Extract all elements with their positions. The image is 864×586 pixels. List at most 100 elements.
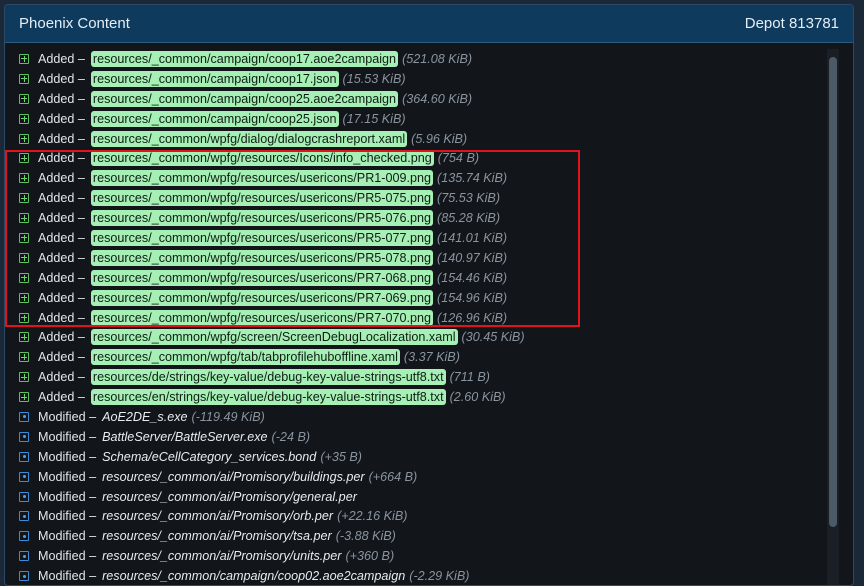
added-file-row: Added – resources/_common/wpfg/resources/… (19, 168, 833, 188)
plus-square-icon (19, 372, 29, 383)
plus-square-icon (19, 252, 29, 263)
change-type-label: Modified – (38, 429, 97, 444)
change-type-label: Added – (38, 290, 85, 305)
file-path: Schema/eCellCategory_services.bond (102, 449, 317, 464)
modified-file-row: Modified – resources/_common/ai/Promisory… (19, 546, 833, 566)
file-size-delta: (30.45 KiB) (461, 330, 525, 345)
panel-title: Phoenix Content (19, 15, 130, 32)
added-file-row: Added – resources/_common/wpfg/resources/… (19, 308, 833, 328)
change-type-label: Modified – (38, 449, 97, 464)
file-size-delta: (154.96 KiB) (437, 290, 508, 305)
added-file-row: Added – resources/_common/wpfg/dialog/dia… (19, 129, 833, 149)
file-size-delta: (-119.49 KiB) (191, 409, 265, 424)
file-path: resources/_common/wpfg/resources/Icons/i… (90, 150, 434, 167)
plus-square-icon (19, 133, 29, 144)
change-type-label: Added – (38, 111, 85, 126)
plus-square-icon (19, 232, 29, 243)
plus-square-icon (19, 173, 29, 184)
file-path: resources/_common/wpfg/resources/userico… (90, 229, 434, 246)
file-path: BattleServer/BattleServer.exe (102, 429, 268, 444)
file-path: resources/de/strings/key-value/debug-key… (90, 369, 446, 386)
file-size-delta: (+22.16 KiB) (337, 509, 408, 524)
added-file-row: Added – resources/_common/wpfg/resources/… (19, 248, 833, 268)
added-file-row: Added – resources/_common/campaign/coop25… (19, 109, 833, 129)
change-type-label: Modified – (38, 469, 97, 484)
added-file-row: Added – resources/_common/wpfg/resources/… (19, 288, 833, 308)
modified-file-row: Modified – Schema/eCellCategory_services.… (19, 447, 833, 467)
file-path: AoE2DE_s.exe (102, 409, 188, 424)
change-type-label: Added – (38, 71, 85, 86)
file-path: resources/_common/campaign/coop17.json (90, 70, 339, 87)
file-size-delta: (+664 B) (368, 469, 418, 484)
file-size-delta: (711 B) (449, 370, 490, 385)
file-path: resources/_common/ai/Promisory/orb.per (102, 509, 334, 524)
added-file-row: Added – resources/_common/wpfg/resources/… (19, 228, 833, 248)
panel-header: Phoenix Content Depot 813781 (5, 5, 853, 43)
modified-file-row: Modified – resources/_common/ai/Promisory… (19, 506, 833, 526)
change-type-label: Modified – (38, 409, 97, 424)
file-size-delta: (140.97 KiB) (437, 250, 508, 265)
file-size-delta: (-24 B) (271, 429, 311, 444)
file-path: resources/_common/wpfg/screen/ScreenDebu… (90, 329, 458, 346)
plus-square-icon (19, 272, 29, 283)
file-path: resources/_common/wpfg/dialog/dialogcras… (90, 130, 408, 147)
file-size-delta: (2.60 KiB) (449, 390, 506, 405)
dot-square-icon (19, 491, 29, 502)
change-type-label: Added – (38, 310, 85, 325)
dot-square-icon (19, 531, 29, 542)
file-path: resources/_common/wpfg/tab/tabprofilehub… (90, 349, 400, 366)
plus-square-icon (19, 332, 29, 343)
file-size-delta: (-2.29 KiB) (409, 569, 470, 584)
phoenix-content-panel: Phoenix Content Depot 813781 Added – reso… (4, 4, 854, 586)
added-file-row: Added – resources/_common/wpfg/screen/Scr… (19, 327, 833, 347)
file-path: resources/_common/ai/Promisory/tsa.per (102, 529, 332, 544)
file-path: resources/_common/ai/Promisory/buildings… (102, 469, 365, 484)
dot-square-icon (19, 551, 29, 562)
dot-square-icon (19, 451, 29, 462)
change-type-label: Modified – (38, 489, 97, 504)
change-type-label: Added – (38, 91, 85, 106)
change-type-label: Added – (38, 250, 85, 265)
change-type-label: Added – (38, 191, 85, 206)
plus-square-icon (19, 292, 29, 303)
file-size-delta: (154.46 KiB) (437, 270, 508, 285)
file-size-delta: (+35 B) (320, 449, 362, 464)
plus-square-icon (19, 53, 29, 64)
file-path: resources/_common/campaign/coop02.aoe2ca… (102, 569, 406, 584)
change-type-label: Added – (38, 51, 85, 66)
plus-square-icon (19, 312, 29, 323)
scrollbar[interactable] (827, 49, 839, 585)
plus-square-icon (19, 73, 29, 84)
file-size-delta: (+360 B) (345, 549, 395, 564)
file-size-delta: (135.74 KiB) (437, 171, 508, 186)
added-file-row: Added – resources/_common/wpfg/resources/… (19, 268, 833, 288)
modified-file-row: Modified – resources/_common/ai/Promisory… (19, 526, 833, 546)
plus-square-icon (19, 392, 29, 403)
added-file-row: Added – resources/en/strings/key-value/de… (19, 387, 833, 407)
file-size-delta: (75.53 KiB) (437, 191, 501, 206)
dot-square-icon (19, 411, 29, 422)
file-path: resources/_common/wpfg/resources/userico… (90, 210, 434, 227)
file-path: resources/_common/campaign/coop25.aoe2ca… (90, 90, 399, 107)
file-path: resources/_common/wpfg/resources/userico… (90, 190, 434, 207)
change-type-label: Modified – (38, 549, 97, 564)
plus-square-icon (19, 352, 29, 363)
file-change-list[interactable]: Added – resources/_common/campaign/coop17… (5, 49, 833, 585)
change-type-label: Added – (38, 151, 85, 166)
file-size-delta: (364.60 KiB) (402, 91, 473, 106)
file-path: resources/_common/wpfg/resources/userico… (90, 289, 434, 306)
plus-square-icon (19, 113, 29, 124)
scrollbar-thumb[interactable] (829, 57, 837, 527)
file-size-delta: (-3.88 KiB) (335, 529, 396, 544)
dot-square-icon (19, 471, 29, 482)
modified-file-row: Modified – resources/_common/ai/Promisory… (19, 467, 833, 487)
file-size-delta: (15.53 KiB) (342, 71, 406, 86)
modified-file-row: Modified – AoE2DE_s.exe (-119.49 KiB) (19, 407, 833, 427)
change-type-label: Modified – (38, 509, 97, 524)
added-file-row: Added – resources/_common/campaign/coop25… (19, 89, 833, 109)
modified-file-row: Modified – resources/_common/campaign/coo… (19, 566, 833, 585)
added-file-row: Added – resources/de/strings/key-value/de… (19, 367, 833, 387)
change-type-label: Added – (38, 390, 85, 405)
file-size-delta: (3.37 KiB) (403, 350, 460, 365)
dot-square-icon (19, 431, 29, 442)
